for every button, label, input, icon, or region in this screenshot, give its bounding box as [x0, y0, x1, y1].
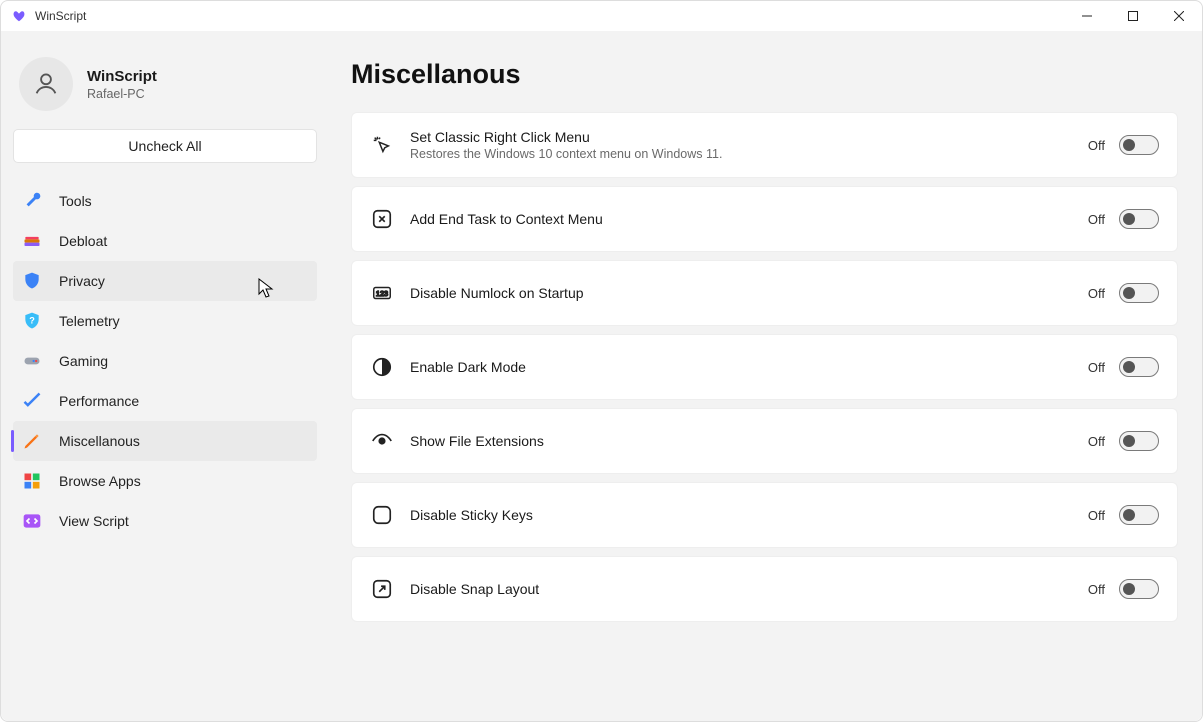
setting-title: Disable Snap Layout: [410, 581, 1088, 597]
sidebar-item-gaming[interactable]: Gaming: [13, 341, 317, 381]
pencil-icon: [21, 430, 43, 452]
check-icon: [21, 390, 43, 412]
profile-name: WinScript: [87, 68, 157, 85]
profile-sub: Rafael-PC: [87, 87, 157, 101]
maximize-button[interactable]: [1110, 1, 1156, 31]
toggle-state: Off: [1088, 286, 1105, 301]
uncheck-all-button[interactable]: Uncheck All: [13, 129, 317, 163]
toggle-state: Off: [1088, 508, 1105, 523]
title-bar: WinScript: [1, 1, 1202, 31]
setting-row-file-ext: Show File Extensions Off: [351, 408, 1178, 474]
svg-text:?: ?: [29, 316, 35, 326]
minimize-button[interactable]: [1064, 1, 1110, 31]
x-square-icon: [370, 207, 394, 231]
toggle-switch[interactable]: [1119, 505, 1159, 525]
setting-row-end-task: Add End Task to Context Menu Off: [351, 186, 1178, 252]
toggle-switch[interactable]: [1119, 579, 1159, 599]
wrench-icon: [21, 190, 43, 212]
toggle-state: Off: [1088, 582, 1105, 597]
setting-row-classic-menu: Set Classic Right Click Menu Restores th…: [351, 112, 1178, 178]
sidebar-item-label: Tools: [59, 193, 92, 209]
keyboard-icon: 123: [370, 281, 394, 305]
toggle-state: Off: [1088, 212, 1105, 227]
setting-desc: Restores the Windows 10 context menu on …: [410, 147, 1088, 161]
sidebar-item-performance[interactable]: Performance: [13, 381, 317, 421]
setting-row-snap-layout: Disable Snap Layout Off: [351, 556, 1178, 622]
setting-title: Add End Task to Context Menu: [410, 211, 1088, 227]
main: Miscellanous Set Classic Right Click Men…: [327, 37, 1196, 715]
setting-title: Enable Dark Mode: [410, 359, 1088, 375]
page-title: Miscellanous: [351, 59, 1178, 90]
nav: Tools Debloat Privacy ? Telemetry Gaming…: [13, 181, 317, 541]
sidebar-item-viewscript[interactable]: View Script: [13, 501, 317, 541]
layout-expand-icon: [370, 577, 394, 601]
sidebar-item-label: Performance: [59, 393, 139, 409]
sidebar-item-debloat[interactable]: Debloat: [13, 221, 317, 261]
profile-block: WinScript Rafael-PC: [13, 47, 317, 129]
toggle-switch[interactable]: [1119, 283, 1159, 303]
svg-text:123: 123: [376, 289, 388, 298]
eye-icon: [370, 429, 394, 453]
sidebar-item-label: Miscellanous: [59, 433, 140, 449]
toggle-state: Off: [1088, 434, 1105, 449]
sidebar-item-label: Gaming: [59, 353, 108, 369]
contrast-icon: [370, 355, 394, 379]
avatar: [19, 57, 73, 111]
window-controls: [1064, 1, 1202, 31]
setting-title: Disable Numlock on Startup: [410, 285, 1088, 301]
app-icon: [11, 8, 27, 24]
sidebar-item-label: Browse Apps: [59, 473, 141, 489]
setting-row-sticky-keys: Disable Sticky Keys Off: [351, 482, 1178, 548]
shield-icon: [21, 270, 43, 292]
books-icon: [21, 230, 43, 252]
setting-title: Disable Sticky Keys: [410, 507, 1088, 523]
sidebar-item-telemetry[interactable]: ? Telemetry: [13, 301, 317, 341]
sidebar-item-browseapps[interactable]: Browse Apps: [13, 461, 317, 501]
toggle-switch[interactable]: [1119, 357, 1159, 377]
sidebar-item-privacy[interactable]: Privacy: [13, 261, 317, 301]
grid-icon: [21, 470, 43, 492]
window-title: WinScript: [35, 9, 1064, 23]
shield-question-icon: ?: [21, 310, 43, 332]
gamepad-icon: [21, 350, 43, 372]
sidebar-item-label: Privacy: [59, 273, 105, 289]
setting-row-dark-mode: Enable Dark Mode Off: [351, 334, 1178, 400]
toggle-switch[interactable]: [1119, 209, 1159, 229]
toggle-state: Off: [1088, 360, 1105, 375]
toggle-switch[interactable]: [1119, 135, 1159, 155]
sidebar-item-miscellanous[interactable]: Miscellanous: [13, 421, 317, 461]
key-square-icon: [370, 503, 394, 527]
toggle-switch[interactable]: [1119, 431, 1159, 451]
sidebar-item-label: Telemetry: [59, 313, 120, 329]
setting-row-numlock: 123 Disable Numlock on Startup Off: [351, 260, 1178, 326]
sidebar-item-label: View Script: [59, 513, 129, 529]
sidebar-item-label: Debloat: [59, 233, 107, 249]
toggle-state: Off: [1088, 138, 1105, 153]
code-icon: [21, 510, 43, 532]
cursor-click-icon: [370, 133, 394, 157]
sidebar-item-tools[interactable]: Tools: [13, 181, 317, 221]
setting-title: Show File Extensions: [410, 433, 1088, 449]
close-button[interactable]: [1156, 1, 1202, 31]
setting-title: Set Classic Right Click Menu: [410, 129, 1088, 145]
sidebar: WinScript Rafael-PC Uncheck All Tools De…: [7, 37, 327, 715]
